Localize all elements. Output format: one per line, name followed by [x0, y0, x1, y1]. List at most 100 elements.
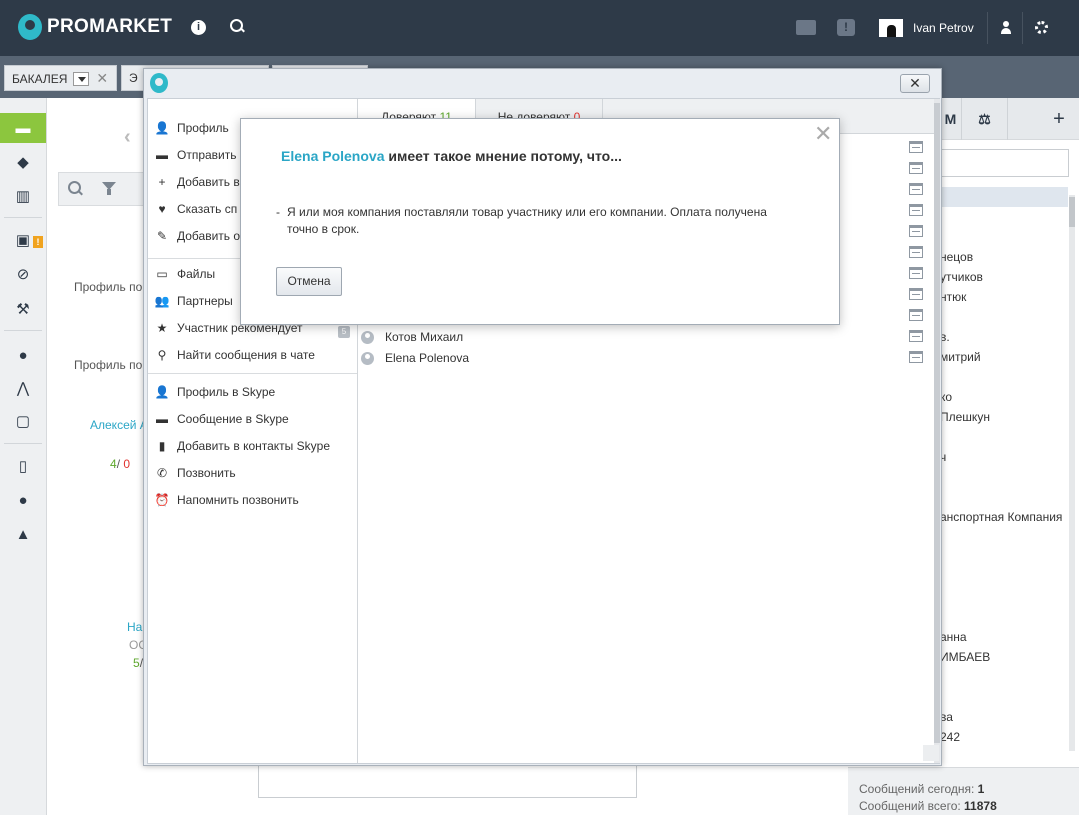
archive-icon[interactable] — [909, 183, 923, 195]
contact-name[interactable]: нецов — [940, 250, 973, 264]
add-icon[interactable]: + — [1039, 98, 1079, 140]
archive-icon[interactable] — [909, 246, 923, 258]
conversation-icon[interactable]: ● — [0, 340, 46, 370]
stats-today-value: 1 — [977, 782, 985, 796]
pencil-icon: ✎ — [156, 229, 168, 243]
tab-bakaleya[interactable]: БАКАЛЕЯ ✕ — [4, 65, 117, 91]
contacts-book-icon: ▮ — [158, 439, 166, 453]
user-avatar[interactable] — [879, 19, 903, 37]
profile-label: Профиль по — [74, 280, 143, 294]
list-item[interactable]: Котов Михаил — [361, 327, 463, 347]
worker-icon[interactable]: ⚒ — [0, 294, 46, 324]
menu-item-label: Напомнить позвонить — [177, 493, 299, 507]
chevron-down-icon[interactable] — [73, 71, 90, 86]
shield-icon[interactable]: M — [940, 98, 962, 140]
chevron-left-icon[interactable]: ‹ — [124, 126, 131, 149]
archive-icon[interactable] — [909, 141, 923, 153]
add-user-icon: + — [158, 175, 166, 189]
menu-item[interactable]: ✎ Добавить о — [154, 226, 240, 246]
search-icon: ⚲ — [157, 348, 167, 362]
recommend-count-badge: 5 — [338, 326, 350, 338]
archive-icon[interactable] — [909, 288, 923, 300]
scrollbar-thumb[interactable] — [1069, 197, 1075, 227]
books-icon[interactable]: ▥ — [0, 181, 46, 211]
archive-icon[interactable] — [909, 204, 923, 216]
filter-icon[interactable] — [102, 182, 116, 195]
reason-text: Я или моя компания поставляли товар учас… — [287, 205, 767, 236]
menu-item[interactable]: 👤 Профиль в Skype — [154, 382, 276, 402]
phone-icon: ✆ — [156, 466, 168, 480]
close-icon[interactable]: ✕ — [814, 122, 832, 146]
participant-name[interactable]: Elena Polenova — [281, 148, 384, 164]
contact-name[interactable]: анна — [940, 630, 967, 644]
scrollbar-thumb[interactable] — [934, 103, 940, 743]
menu-item[interactable]: ▭ Файлы — [154, 264, 215, 284]
contacts-search-input[interactable] — [940, 149, 1069, 177]
scrollbar[interactable] — [1069, 195, 1075, 751]
menu-item[interactable]: ⚲ Найти сообщения в чате — [154, 345, 315, 365]
contact-name[interactable]: Плешкун — [940, 410, 990, 424]
menu-item-label: Найти сообщения в чате — [177, 348, 315, 362]
archive-icon[interactable] — [909, 267, 923, 279]
sidebar: ▬ ◆ ▥ ▣ ! ⊘ ⚒ ● ⋀ ▢ ▯ ● ▲ — [0, 98, 47, 815]
logo-text: PROMARKET — [47, 16, 173, 37]
rating-positive: 5 — [133, 656, 140, 670]
archive-icon[interactable] — [909, 330, 923, 342]
contact-name[interactable]: 242 — [940, 730, 960, 744]
logo[interactable]: PROMARKET — [18, 14, 172, 40]
menu-item-label: Сказать сп — [177, 202, 238, 216]
close-icon[interactable]: ✕ — [96, 66, 108, 90]
user-icon[interactable]: ▲ — [0, 519, 46, 549]
menu-item[interactable]: ▮ Добавить в контакты Skype — [154, 436, 330, 456]
menu-item[interactable]: 👥 Партнеры — [154, 291, 233, 311]
person-link[interactable]: На — [127, 620, 142, 634]
compass-icon[interactable]: ⋀ — [0, 373, 46, 403]
menu-item[interactable]: + Добавить в — [154, 172, 239, 192]
reason-item: -Я или моя компания поставляли товар уча… — [276, 204, 796, 238]
contact-name[interactable]: митрий — [940, 350, 981, 364]
map-marker-icon[interactable]: ● — [0, 485, 46, 515]
person-name: Котов Михаил — [385, 330, 464, 344]
dialog-title-text: имеет такое мнение потому, что... — [384, 148, 622, 164]
archive-icon[interactable] — [909, 351, 923, 363]
menu-item[interactable]: ▬ Сообщение в Skype — [154, 409, 289, 429]
menu-item-label: Позвонить — [177, 466, 236, 480]
archive-icon[interactable] — [909, 309, 923, 321]
tag-icon[interactable]: ◆ — [0, 147, 46, 177]
search-icon[interactable] — [68, 181, 82, 195]
person-name: Elena Polenova — [385, 351, 470, 365]
info-icon[interactable]: i — [191, 20, 206, 35]
contact-name[interactable]: ИМБАЕВ — [940, 650, 990, 664]
stats-total-value: 11878 — [964, 799, 997, 813]
user-name[interactable]: Ivan Petrov — [913, 21, 974, 35]
book-icon[interactable]: ▯ — [0, 451, 46, 481]
gear-icon[interactable] — [1035, 21, 1048, 34]
archive-icon[interactable] — [909, 225, 923, 237]
window-close-button[interactable]: ✕ — [900, 74, 930, 93]
menu-item-label: Добавить в контакты Skype — [177, 439, 330, 453]
scales-icon[interactable]: ⚖ — [962, 98, 1008, 140]
alarm-clock-icon: ⏰ — [154, 493, 170, 507]
menu-item[interactable]: ✆ Позвонить — [154, 463, 236, 483]
list-item[interactable]: Elena Polenova — [361, 348, 469, 368]
rating-negative: 0 — [123, 457, 131, 471]
search-icon[interactable] — [230, 19, 244, 33]
profile-icon[interactable] — [1001, 21, 1011, 34]
contact-name[interactable]: утчиков — [940, 270, 983, 284]
ban-icon[interactable]: ⊘ — [0, 259, 46, 289]
menu-item[interactable]: ♥ Сказать сп — [154, 199, 237, 219]
contact-name[interactable]: нтюк — [940, 290, 966, 304]
contact-name[interactable]: анспортная Компания — [940, 510, 1062, 524]
chat-icon[interactable]: ▬ — [0, 113, 46, 143]
person-link[interactable]: Алексей А — [90, 418, 148, 432]
menu-item[interactable]: ⏰ Напомнить позвонить — [154, 490, 299, 510]
cancel-button[interactable]: Отмена — [276, 267, 342, 296]
stats-today: Сообщений сегодня: 1 — [859, 781, 1079, 798]
alert-icon[interactable]: ! — [837, 19, 855, 36]
menu-item[interactable]: ▬ Отправить — [154, 145, 237, 165]
inbox-icon[interactable] — [796, 20, 816, 35]
promarket-logo-icon — [150, 73, 168, 93]
tv-icon[interactable]: ▢ — [0, 406, 46, 436]
archive-icon[interactable] — [909, 162, 923, 174]
menu-item[interactable]: 👤 Профиль — [154, 118, 229, 138]
